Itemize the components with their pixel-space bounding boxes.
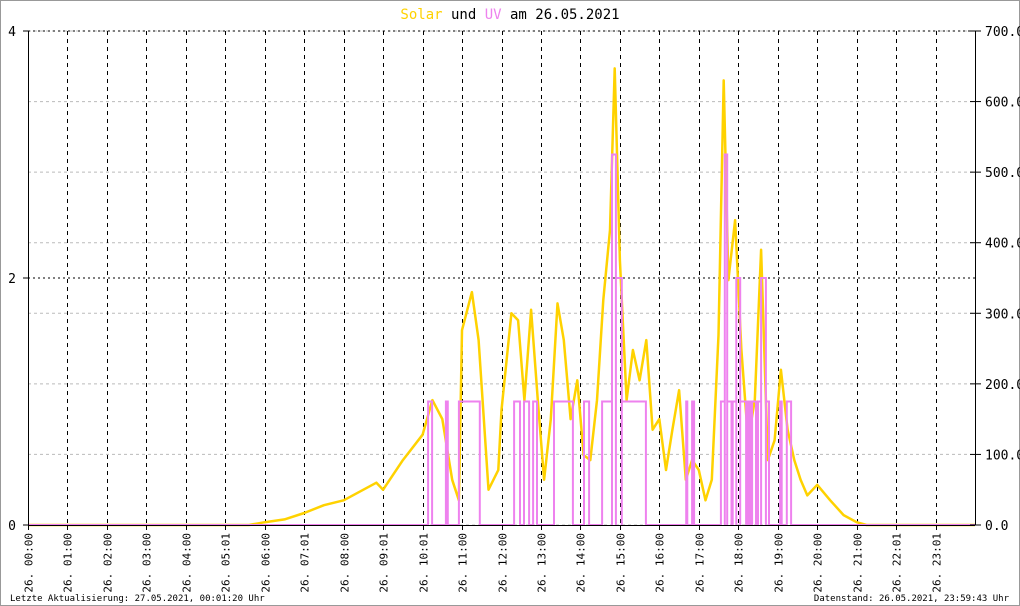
right-tick-label: 400.0 [985, 237, 1020, 252]
right-tick-label: 0.0 [985, 519, 1008, 534]
left-tick-label: 0 [8, 519, 16, 534]
chart-container: Solar und UV am 26.05.2021 26. 00:00 26. … [0, 0, 1020, 606]
x-tick-label: 26. 04:00 [181, 533, 194, 593]
right-tick-label: 600.0 [985, 96, 1020, 111]
uv-series-line [28, 153, 975, 526]
x-tick-label: 26. 09:01 [378, 533, 391, 593]
x-tick-label: 26. 00:00 [23, 533, 36, 593]
x-tick-label: 26. 20:00 [812, 533, 825, 593]
x-tick-label: 26. 07:01 [299, 533, 312, 593]
image-border [0, 0, 1020, 606]
x-tick-label: 26. 15:00 [615, 533, 628, 593]
x-tick-label: 26. 22:01 [891, 533, 904, 593]
x-tick-label: 26. 23:01 [931, 533, 944, 593]
left-tick-label: 2 [8, 272, 16, 287]
x-tick-label: 26. 13:00 [536, 533, 549, 593]
title-solar: Solar [400, 7, 442, 23]
x-tick-label: 26. 19:00 [773, 533, 786, 593]
left-tick-label: 4 [8, 25, 16, 40]
x-tick-label: 26. 01:00 [62, 533, 75, 593]
right-tick-label: 100.0 [985, 448, 1020, 463]
x-tick-label: 26. 14:00 [575, 533, 588, 593]
x-tick-label: 26. 11:00 [457, 533, 470, 593]
x-tick-label: 26. 18:00 [733, 533, 746, 593]
title-uv: UV [485, 7, 502, 23]
x-tick-label: 26. 05:01 [220, 533, 233, 593]
solar-uv-chart: Solar und UV am 26.05.2021 26. 00:00 26. … [0, 0, 1020, 606]
x-tick-label: 26. 21:00 [852, 533, 865, 593]
x-tick-label: 26. 06:00 [260, 533, 273, 593]
right-tick-label: 300.0 [985, 307, 1020, 322]
right-tick-label: 500.0 [985, 166, 1020, 181]
solar-series-line [28, 67, 975, 527]
x-tick-label: 26. 08:00 [339, 533, 352, 593]
chart-title: Solar und UV am 26.05.2021 [400, 7, 619, 23]
footer-last-update: Letzte Aktualisierung: 27.05.2021, 00:01… [10, 594, 265, 604]
x-tick-label: 26. 10:01 [418, 533, 431, 593]
x-tick-label: 26. 03:00 [141, 533, 154, 593]
x-tick-label: 26. 17:00 [694, 533, 707, 593]
x-tick-label: 26. 12:00 [497, 533, 510, 593]
right-tick-label: 700.0 [985, 25, 1020, 40]
right-tick-label: 200.0 [985, 378, 1020, 393]
footer-data-status: Datenstand: 26.05.2021, 23:59:43 Uhr [814, 594, 1010, 604]
x-tick-label: 26. 16:00 [654, 533, 667, 593]
x-tick-label: 26. 02:00 [102, 533, 115, 593]
